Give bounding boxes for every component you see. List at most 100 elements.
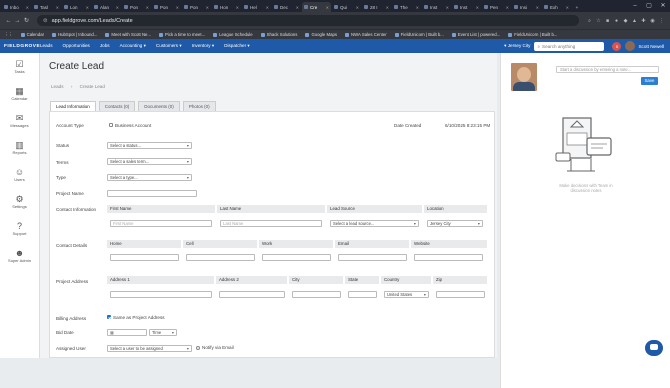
website-input[interactable] <box>414 254 483 261</box>
tab-close-icon[interactable]: ✕ <box>356 5 359 10</box>
browser-tab[interactable]: Pon ✕ <box>152 2 181 12</box>
sidebar-item[interactable]: ☑ Tasks <box>0 53 39 80</box>
tab-close-icon[interactable]: ✕ <box>326 5 329 10</box>
notify-email-toggle[interactable] <box>196 346 200 350</box>
tab-close-icon[interactable]: ✕ <box>56 5 59 10</box>
back-icon[interactable]: ← <box>4 18 13 24</box>
url-field[interactable]: ⊜ app.fieldgrove.com/Leads/Create <box>37 15 579 26</box>
notification-badge[interactable]: 5 <box>612 41 622 51</box>
site-info-icon[interactable]: ⊜ <box>43 18 48 24</box>
nav-item[interactable]: Inventory ▾ <box>192 43 214 49</box>
nav-item[interactable]: Dispatcher ▾ <box>224 43 250 49</box>
extension-icon[interactable]: ■ <box>603 18 612 24</box>
zip-input[interactable] <box>436 291 485 298</box>
tab-close-icon[interactable]: ✕ <box>416 5 419 10</box>
city-input[interactable] <box>292 291 341 298</box>
first-name-input[interactable]: First Name <box>110 220 212 227</box>
browser-tab[interactable]: Dec ✕ <box>272 2 301 12</box>
extension-icon[interactable]: ▲ <box>630 18 639 24</box>
browser-tab[interactable]: Inst ✕ <box>422 2 451 12</box>
browser-tab[interactable]: Tasl ✕ <box>32 2 61 12</box>
sidebar-item[interactable]: ☻ Super Admin <box>0 242 39 269</box>
browser-tab[interactable]: Pen ✕ <box>482 2 511 12</box>
tab-close-icon[interactable]: ✕ <box>446 5 449 10</box>
bookmark-item[interactable]: Pick a time to meet... <box>159 32 205 37</box>
browser-tab[interactable]: Exh ✕ <box>542 2 571 12</box>
bookmark-item[interactable]: FieldUnicorn | Built b... <box>394 32 444 37</box>
save-note-button[interactable]: Save <box>641 77 658 85</box>
browser-tab[interactable]: Qui ✕ <box>332 2 361 12</box>
new-tab-button[interactable]: + <box>572 2 582 12</box>
user-name[interactable]: Scott Newell <box>638 44 664 49</box>
browser-tab[interactable]: Cre ✕ <box>302 2 331 12</box>
browser-tab[interactable]: The ✕ <box>392 2 421 12</box>
project-name-input[interactable] <box>107 190 197 197</box>
time-select[interactable]: Time <box>149 329 177 336</box>
browser-tab[interactable]: 28 I ✕ <box>362 2 391 12</box>
sidebar-item[interactable]: ✉ Messages <box>0 107 39 134</box>
bookmark-item[interactable]: Calendar <box>20 32 44 37</box>
browser-tab[interactable]: Pon ✕ <box>122 2 151 12</box>
reload-icon[interactable]: ↻ <box>22 17 31 24</box>
bookmark-item[interactable]: Google Maps <box>305 32 337 37</box>
tab-contacts[interactable]: Contacts (0) <box>98 101 136 111</box>
menu-icon[interactable]: ⋮ <box>657 18 666 24</box>
extension-icon[interactable]: ● <box>612 18 621 24</box>
status-select[interactable]: Select a status... <box>107 142 192 149</box>
type-select[interactable]: Select a type... <box>107 174 192 181</box>
close-icon[interactable]: ✕ <box>656 0 670 12</box>
puzzle-icon[interactable]: ✚ <box>639 18 648 24</box>
apps-grid-icon[interactable]: ⋮⋮ <box>4 32 13 38</box>
brand-logo[interactable]: FIELDGROVE <box>0 44 40 49</box>
tab-close-icon[interactable]: ✕ <box>86 5 89 10</box>
sidebar-item[interactable]: ☺ Users <box>0 161 39 188</box>
sidebar-item[interactable]: ⚙ Settings <box>0 188 39 215</box>
location-select[interactable]: Jersey City <box>427 220 483 227</box>
same-as-project-checkbox[interactable] <box>107 315 111 319</box>
calendar-icon[interactable]: ▦ <box>110 330 114 335</box>
bookmark-item[interactable]: NWA Sales Center <box>345 32 387 37</box>
bookmark-item[interactable]: Shack Solutions <box>260 32 297 37</box>
address1-input[interactable] <box>110 291 212 298</box>
tab-close-icon[interactable]: ✕ <box>206 5 209 10</box>
sidebar-item[interactable]: ▦ Calendar <box>0 80 39 107</box>
address2-input[interactable] <box>219 291 285 298</box>
star-icon[interactable]: ☆ <box>594 18 603 24</box>
browser-tab[interactable]: Insi ✕ <box>512 2 541 12</box>
extension-icon[interactable]: ◆ <box>621 18 630 24</box>
browser-tab[interactable]: Hel ✕ <box>242 2 271 12</box>
breadcrumb-leads[interactable]: Leads <box>51 84 64 89</box>
nav-item[interactable]: Leads <box>40 43 53 49</box>
bookmark-item[interactable]: FieldUnicorn | Built b... <box>508 32 557 37</box>
tab-close-icon[interactable]: ✕ <box>536 5 539 10</box>
browser-tab[interactable]: Lon ✕ <box>62 2 91 12</box>
terms-select[interactable]: Select a sales term... <box>107 158 192 165</box>
tab-close-icon[interactable]: ✕ <box>566 5 569 10</box>
global-search-input[interactable]: ⌕ Search anything <box>534 41 605 51</box>
sidebar-item[interactable]: ? Support <box>0 215 39 242</box>
tab-close-icon[interactable]: ✕ <box>116 5 119 10</box>
browser-tab[interactable]: Alan ✕ <box>92 2 121 12</box>
bookmark-item[interactable]: Meet with Scott Ne... <box>105 32 151 37</box>
tab-close-icon[interactable]: ✕ <box>266 5 269 10</box>
nav-item[interactable]: Accounting ▾ <box>120 43 146 49</box>
assigned-user-select[interactable]: Select a user to be assigned <box>107 345 192 352</box>
nav-item[interactable]: Opportunities <box>63 43 90 49</box>
tab-close-icon[interactable]: ✕ <box>506 5 509 10</box>
zoom-icon[interactable]: ⌕ <box>585 18 594 24</box>
lead-source-select[interactable]: Select a lead source... <box>330 220 419 227</box>
tab-lead-information[interactable]: Lead Information <box>50 101 96 111</box>
business-account-checkbox[interactable] <box>109 123 113 127</box>
browser-tab[interactable]: Pon ✕ <box>182 2 211 12</box>
location-selector[interactable]: ▾ Jersey City <box>504 43 530 49</box>
tab-close-icon[interactable]: ✕ <box>146 5 149 10</box>
tab-close-icon[interactable]: ✕ <box>176 5 179 10</box>
chat-widget-button[interactable] <box>645 340 663 356</box>
browser-tab[interactable]: Inbo ✕ <box>2 2 31 12</box>
nav-item[interactable]: Jobs <box>100 43 110 49</box>
profile-icon[interactable]: ◉ <box>648 18 657 24</box>
bookmark-item[interactable]: Event List | powered... <box>451 32 500 37</box>
tab-close-icon[interactable]: ✕ <box>26 5 29 10</box>
user-avatar[interactable] <box>625 41 636 51</box>
sidebar-item[interactable]: ▥ Reports <box>0 134 39 161</box>
